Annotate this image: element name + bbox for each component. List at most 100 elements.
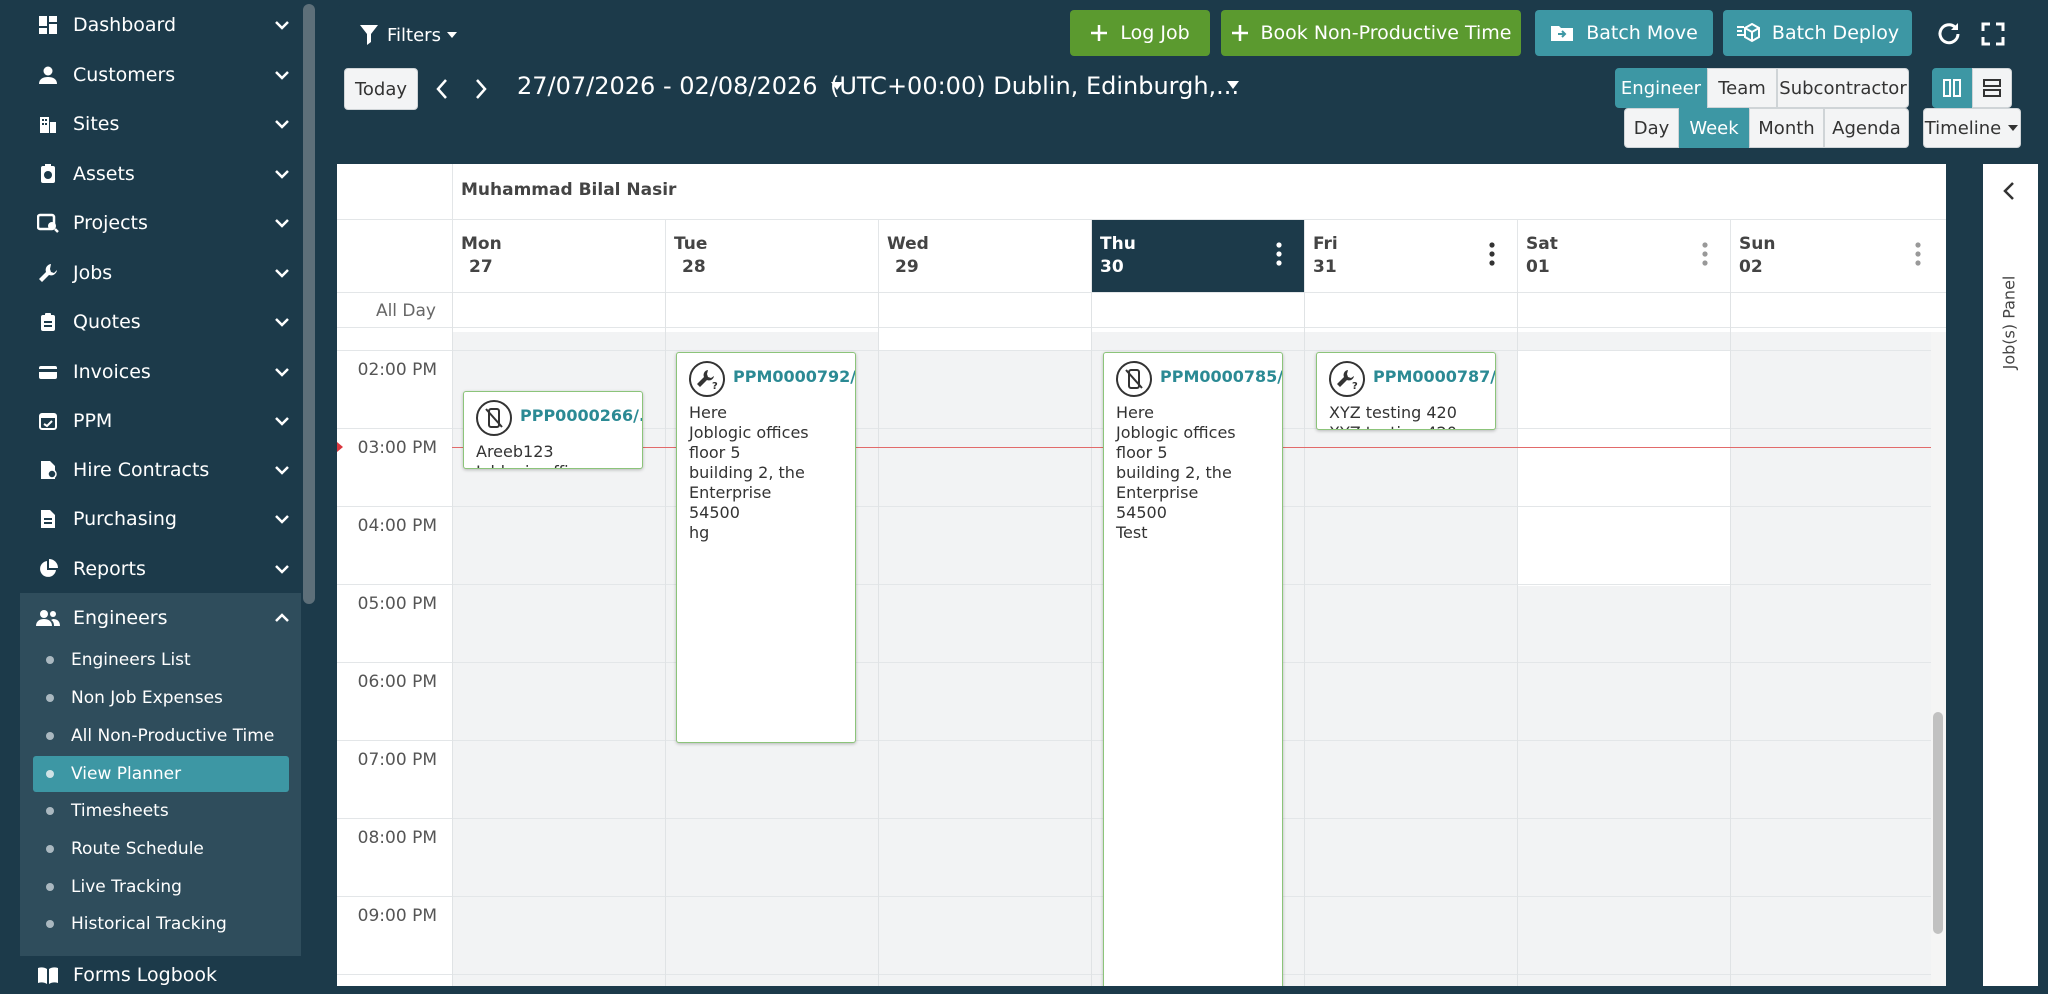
nav-projects[interactable]: Projects: [0, 198, 300, 248]
job-card[interactable]: ? PPM0000792/... Here Joblogic offices f…: [676, 352, 856, 743]
more-options-icon[interactable]: [1276, 242, 1282, 266]
book-npt-button[interactable]: Book Non-Productive Time: [1221, 10, 1521, 56]
chevron-up-icon: [275, 613, 289, 622]
fullscreen-icon[interactable]: [1981, 22, 2005, 46]
job-card[interactable]: PPP0000266/... Areeb123 Joblogic office: [463, 391, 643, 469]
pie-chart-icon: [36, 557, 60, 581]
nav-jobs[interactable]: Jobs: [0, 248, 300, 298]
job-reference-link[interactable]: PPP0000266/...: [520, 406, 642, 425]
job-details: Here Joblogic offices floor 5 building 2…: [689, 403, 809, 542]
horizontal-layout-button[interactable]: [1972, 68, 2012, 108]
previous-week-icon[interactable]: [435, 78, 449, 100]
job-card[interactable]: PPM0000785/... Here Joblogic offices flo…: [1103, 352, 1283, 986]
sub-label: Engineers List: [71, 650, 191, 670]
job-card[interactable]: ? PPM0000787/... XYZ testing 420 XYZ tes…: [1316, 352, 1496, 430]
vertical-layout-button[interactable]: [1932, 68, 1972, 108]
svg-text:?: ?: [1352, 381, 1358, 391]
batch-deploy-button[interactable]: Batch Deploy: [1723, 10, 1912, 56]
sub-non-job-expenses[interactable]: Non Job Expenses: [33, 680, 289, 716]
sub-all-npt[interactable]: All Non-Productive Time: [33, 718, 289, 754]
chevron-down-icon: [275, 269, 289, 278]
job-reference-link[interactable]: PPM0000792/...: [733, 367, 855, 386]
chevron-down-icon: [275, 120, 289, 129]
log-job-button[interactable]: Log Job: [1070, 10, 1210, 56]
chevron-down-icon: [275, 515, 289, 524]
period-day-button[interactable]: Day: [1624, 108, 1679, 148]
sub-historical-tracking[interactable]: Historical Tracking: [33, 906, 289, 942]
day-header-wed[interactable]: Wed 29: [878, 220, 1091, 292]
more-options-icon[interactable]: [1489, 242, 1495, 266]
period-week-button[interactable]: Week: [1679, 108, 1749, 148]
day-header-fri[interactable]: Fri 31: [1304, 220, 1517, 292]
period-month-button[interactable]: Month: [1749, 108, 1824, 148]
day-header-mon[interactable]: Mon 27: [452, 220, 665, 292]
sub-live-tracking[interactable]: Live Tracking: [33, 869, 289, 905]
log-job-label: Log Job: [1120, 22, 1190, 44]
nav-invoices[interactable]: Invoices: [0, 347, 300, 397]
nav-customers[interactable]: Customers: [0, 50, 300, 100]
bullet-icon: [46, 845, 54, 853]
more-options-icon[interactable]: [1915, 242, 1921, 266]
nav-label: Customers: [73, 64, 176, 86]
date-range-picker[interactable]: 27/07/2026 - 02/08/2026: [517, 72, 844, 100]
chevron-down-icon: [275, 565, 289, 574]
more-options-icon[interactable]: [1702, 242, 1708, 266]
chevron-down-icon: [275, 219, 289, 228]
nav-assets[interactable]: Assets: [0, 149, 300, 199]
nav-forms-logbook[interactable]: Forms Logbook: [0, 956, 300, 994]
time-label: 06:00 PM: [357, 672, 437, 692]
planner-toolbar: Filters Log Job Book Non-Productive Time…: [337, 4, 2034, 152]
column-line: [1091, 292, 1092, 986]
asset-icon: [36, 162, 60, 186]
calendar-scrollbar-thumb[interactable]: [1933, 712, 1943, 934]
view-team-label: Team: [1718, 77, 1766, 99]
timeline-dropdown[interactable]: Timeline: [1923, 108, 2021, 148]
filters-button[interactable]: Filters: [359, 18, 458, 52]
nav-dashboard[interactable]: Dashboard: [0, 0, 300, 50]
day-header-sun[interactable]: Sun 02: [1730, 220, 1943, 292]
dashboard-icon: [36, 13, 60, 37]
refresh-icon[interactable]: [1936, 21, 1962, 47]
period-month-label: Month: [1758, 117, 1815, 139]
view-subcontractor-label: Subcontractor: [1779, 77, 1907, 99]
sidebar-scrollbar[interactable]: [303, 4, 315, 604]
view-engineer-button[interactable]: Engineer: [1615, 68, 1707, 108]
sub-timesheets[interactable]: Timesheets: [33, 793, 289, 829]
rows-icon: [1983, 79, 2001, 97]
job-reference-link[interactable]: PPM0000787/...: [1373, 367, 1495, 386]
day-name: Wed: [887, 234, 929, 254]
day-number: 27: [469, 257, 493, 277]
sub-view-planner[interactable]: View Planner: [33, 756, 289, 792]
day-header-sat[interactable]: Sat 01: [1517, 220, 1730, 292]
nav-quotes[interactable]: Quotes: [0, 297, 300, 347]
wrench-icon: [36, 261, 60, 285]
next-week-icon[interactable]: [474, 78, 488, 100]
timezone-select[interactable]: (UTC+00:00) Dublin, Edinburgh,...: [830, 72, 1240, 100]
chevron-left-icon[interactable]: [2003, 181, 2015, 201]
batch-move-button[interactable]: Batch Move: [1535, 10, 1713, 56]
today-button[interactable]: Today: [344, 68, 418, 110]
nav-engineers[interactable]: Engineers: [0, 593, 300, 643]
view-subcontractor-button[interactable]: Subcontractor: [1777, 68, 1909, 108]
sub-route-schedule[interactable]: Route Schedule: [33, 831, 289, 867]
period-agenda-button[interactable]: Agenda: [1824, 108, 1909, 148]
job-reference-link[interactable]: PPM0000785/...: [1160, 367, 1282, 386]
view-team-button[interactable]: Team: [1707, 68, 1777, 108]
column-line: [665, 292, 666, 986]
document-icon: [36, 458, 60, 482]
nav-reports[interactable]: Reports: [0, 544, 300, 594]
bullet-icon: [46, 883, 54, 891]
caret-down-icon: [2008, 125, 2019, 131]
calendar-scrollbar-track[interactable]: [1931, 332, 1946, 986]
nav-hire-contracts[interactable]: Hire Contracts: [0, 445, 300, 495]
day-header-thu[interactable]: Thu 30: [1091, 220, 1304, 292]
day-header-tue[interactable]: Tue 28: [665, 220, 878, 292]
wrench-question-icon: ?: [689, 361, 725, 397]
nav-ppm[interactable]: PPM: [0, 396, 300, 446]
deploy-box-icon: [1736, 23, 1760, 43]
nav-label: Hire Contracts: [73, 459, 210, 481]
nav-sites[interactable]: Sites: [0, 99, 300, 149]
nav-purchasing[interactable]: Purchasing: [0, 494, 300, 544]
sub-engineers-list[interactable]: Engineers List: [33, 642, 289, 678]
jobs-panel-tab[interactable]: Job(s) Panel: [1993, 232, 2025, 412]
